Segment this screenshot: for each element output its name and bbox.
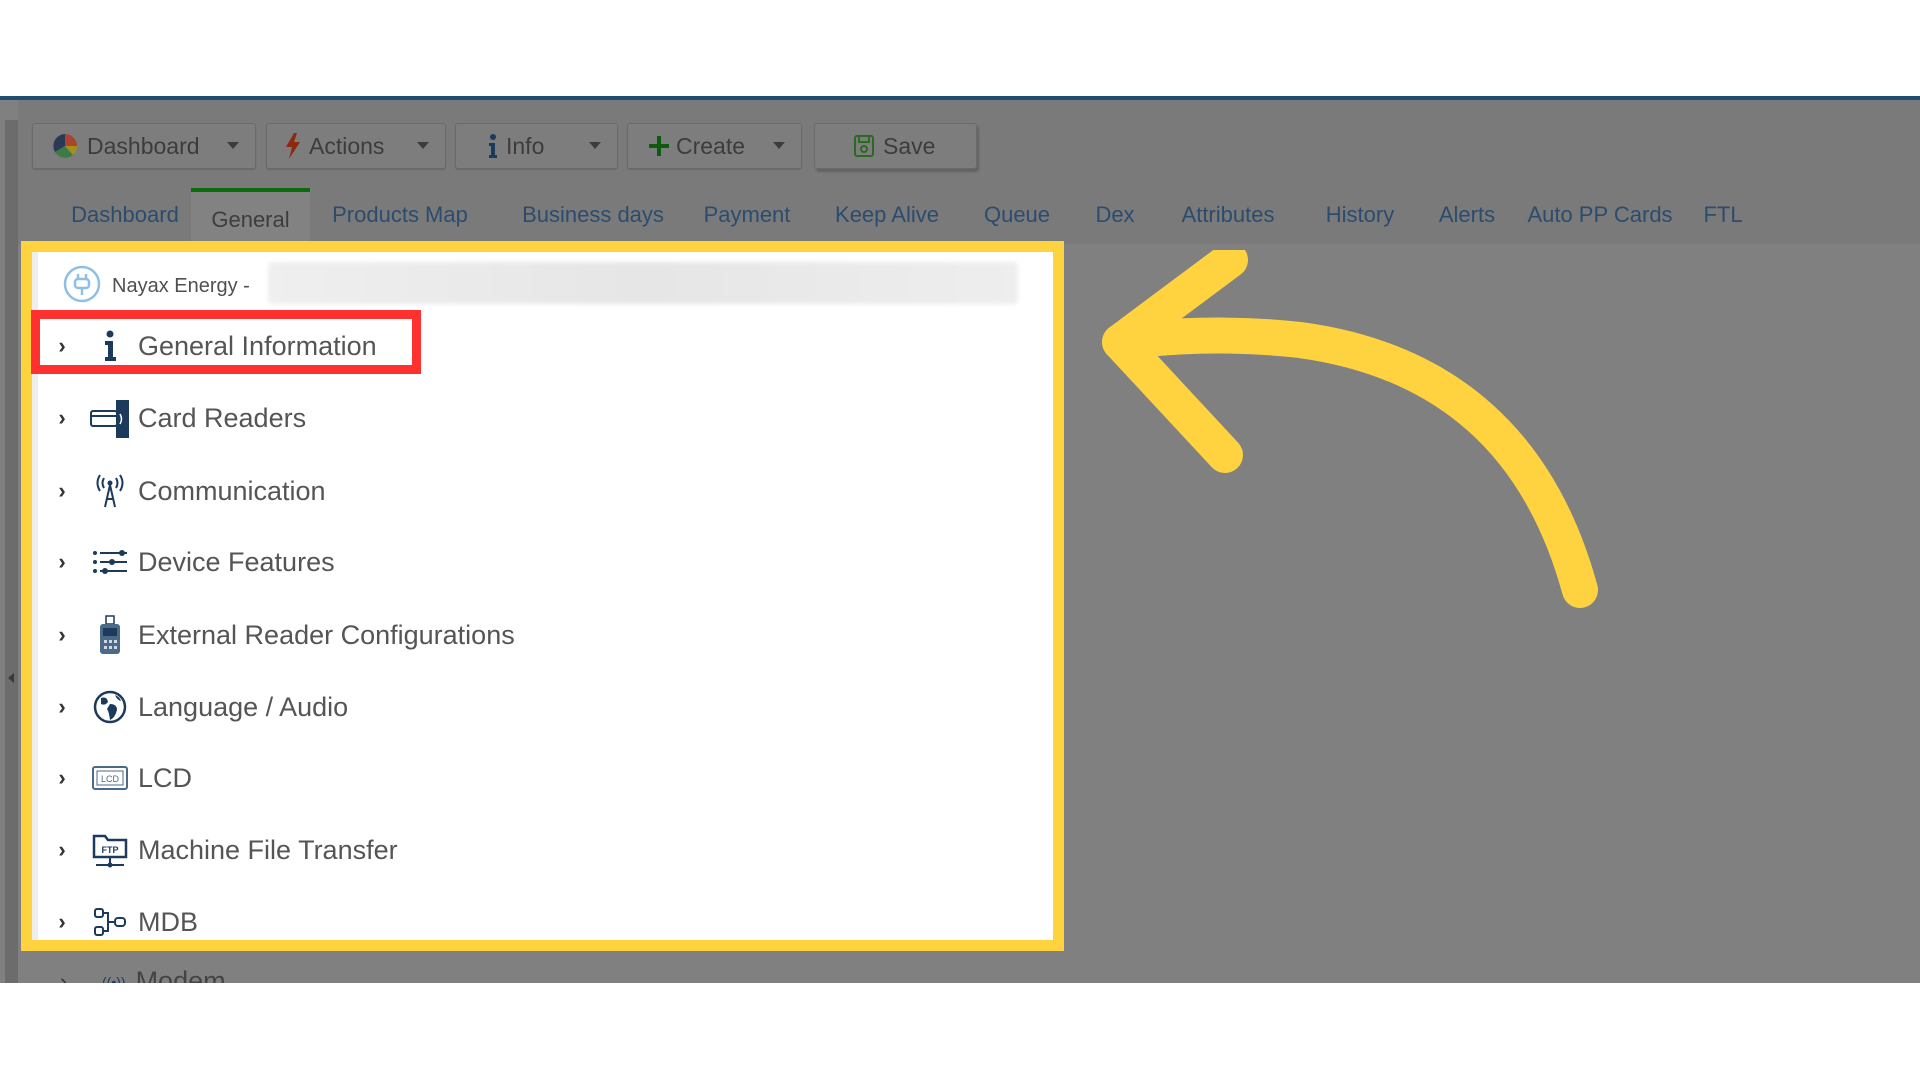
info-icon <box>486 132 500 160</box>
tab-label: Dex <box>1095 202 1135 227</box>
tab-dashboard[interactable]: Dashboard <box>50 188 200 242</box>
arrow-head <box>1102 250 1248 473</box>
tab-label: Payment <box>703 202 791 227</box>
chevron-down-icon <box>417 142 429 149</box>
tab-auto-pp-cards[interactable]: Auto PP Cards <box>1520 188 1680 242</box>
tab-history[interactable]: History <box>1305 188 1415 242</box>
dashboard-button-label: Dashboard <box>87 132 200 159</box>
tab-label: Queue <box>983 202 1051 227</box>
create-button-label: Create <box>676 132 746 159</box>
chevron-right-icon[interactable]: › <box>52 478 72 504</box>
collapse-arrow-icon[interactable] <box>8 673 14 683</box>
svg-text:FTP: FTP <box>102 845 119 855</box>
redacted-device-name <box>268 262 1018 304</box>
tab-queue[interactable]: Queue <box>972 188 1062 242</box>
tree-item-card-readers[interactable]: › Card Readers <box>52 393 306 443</box>
tab-business-days[interactable]: Business days <box>508 188 678 242</box>
save-button-label: Save <box>883 132 936 159</box>
tab-label: Products Map <box>332 202 468 227</box>
chevron-down-icon <box>589 142 601 149</box>
tab-keep-alive[interactable]: Keep Alive <box>822 188 952 242</box>
info-button[interactable]: Info <box>455 123 618 169</box>
tree-item-label: LCD <box>138 762 193 793</box>
tab-label: General <box>211 207 290 232</box>
tab-bar: Dashboard General Products Map Business … <box>20 188 1920 242</box>
tree-item-label: Modem <box>135 966 226 983</box>
chevron-right-icon[interactable]: › <box>52 405 72 431</box>
device-header: Nayax Energy - <box>62 264 250 308</box>
tab-label: Alerts <box>1438 202 1496 227</box>
chevron-right-icon[interactable]: › <box>52 549 72 575</box>
card-reader-icon <box>90 398 130 438</box>
tree-item-language-audio[interactable]: › Language / Audio <box>52 682 348 732</box>
tab-label: Keep Alive <box>835 202 939 227</box>
pie-chart-icon <box>51 132 79 160</box>
tree-item-machine-file-transfer[interactable]: › FTP Machine File Transfer <box>52 825 398 875</box>
highlight-box-general-information <box>31 310 421 374</box>
tree-item-label: Card Readers <box>138 402 307 433</box>
tree-item-label: External Reader Configurations <box>138 619 515 650</box>
chevron-right-icon[interactable]: › <box>52 765 72 791</box>
tab-attributes[interactable]: Attributes <box>1163 188 1293 242</box>
annotation-arrow-icon <box>1102 250 1598 608</box>
tab-products-map[interactable]: Products Map <box>320 188 480 242</box>
tab-alerts[interactable]: Alerts <box>1422 188 1512 242</box>
tree-item-communication[interactable]: › Communication <box>52 466 326 516</box>
tree-item-label: Device Features <box>138 546 335 577</box>
tab-label: Dashboard <box>71 202 179 227</box>
chevron-right-icon[interactable]: › <box>52 909 72 935</box>
tree-item-label: Machine File Transfer <box>138 834 398 865</box>
floppy-disk-icon <box>853 132 875 160</box>
tab-label: Auto PP Cards <box>1527 202 1673 227</box>
tab-label: History <box>1325 202 1395 227</box>
device-name-prefix: Nayax Energy - <box>112 274 250 297</box>
tab-general[interactable]: General <box>191 188 310 242</box>
ftp-icon: FTP <box>90 830 130 870</box>
tab-label: Attributes <box>1181 202 1275 227</box>
side-collapse-bar[interactable] <box>5 120 18 983</box>
actions-button-label: Actions <box>309 132 385 159</box>
actions-button[interactable]: Actions <box>266 123 446 169</box>
pos-terminal-icon <box>90 615 130 655</box>
tree-item-label: Communication <box>138 475 326 506</box>
dashboard-button[interactable]: Dashboard <box>32 123 256 169</box>
tree-item-external-reader-configurations[interactable]: › External Reader Configurations <box>52 610 515 660</box>
plus-icon <box>648 132 670 160</box>
globe-icon <box>90 687 130 727</box>
antenna-icon <box>90 471 130 511</box>
tree-item-label: MDB <box>138 906 198 937</box>
modem-icon: ((•)) <box>102 973 126 984</box>
chevron-down-icon <box>227 142 239 149</box>
info-button-label: Info <box>506 132 545 159</box>
chevron-right-icon[interactable]: › <box>52 622 72 648</box>
tree-item-lcd[interactable]: › LCD LCD <box>52 753 192 803</box>
chevron-right-icon[interactable]: › <box>52 837 72 863</box>
tab-dex[interactable]: Dex <box>1080 188 1150 242</box>
tab-label: Business days <box>522 202 664 227</box>
tab-ftl[interactable]: FTL <box>1688 188 1758 242</box>
tab-label: FTL <box>1703 202 1743 227</box>
mdb-connector-icon <box>90 902 130 940</box>
tree-item-device-features[interactable]: › Device Features <box>52 537 335 587</box>
create-button[interactable]: Create <box>627 123 802 169</box>
tree-item-mdb[interactable]: › MDB <box>52 897 198 940</box>
tree-item-partial[interactable]: › ((•)) Modem <box>60 966 226 983</box>
tab-payment[interactable]: Payment <box>692 188 802 242</box>
chevron-down-icon <box>773 142 785 149</box>
save-button[interactable]: Save <box>814 123 977 169</box>
chevron-right-icon: › <box>60 968 68 984</box>
lcd-icon: LCD <box>90 758 130 798</box>
chevron-right-icon[interactable]: › <box>52 694 72 720</box>
app-screenshot: Dashboard Actions Info Create Save Dashb… <box>0 96 1920 983</box>
tree-item-label: Language / Audio <box>138 691 349 722</box>
plug-icon <box>62 264 102 309</box>
sliders-list-icon <box>90 542 130 582</box>
arrow-shaft <box>1102 317 1598 608</box>
svg-text:LCD: LCD <box>101 774 120 784</box>
lightning-icon <box>283 132 303 160</box>
